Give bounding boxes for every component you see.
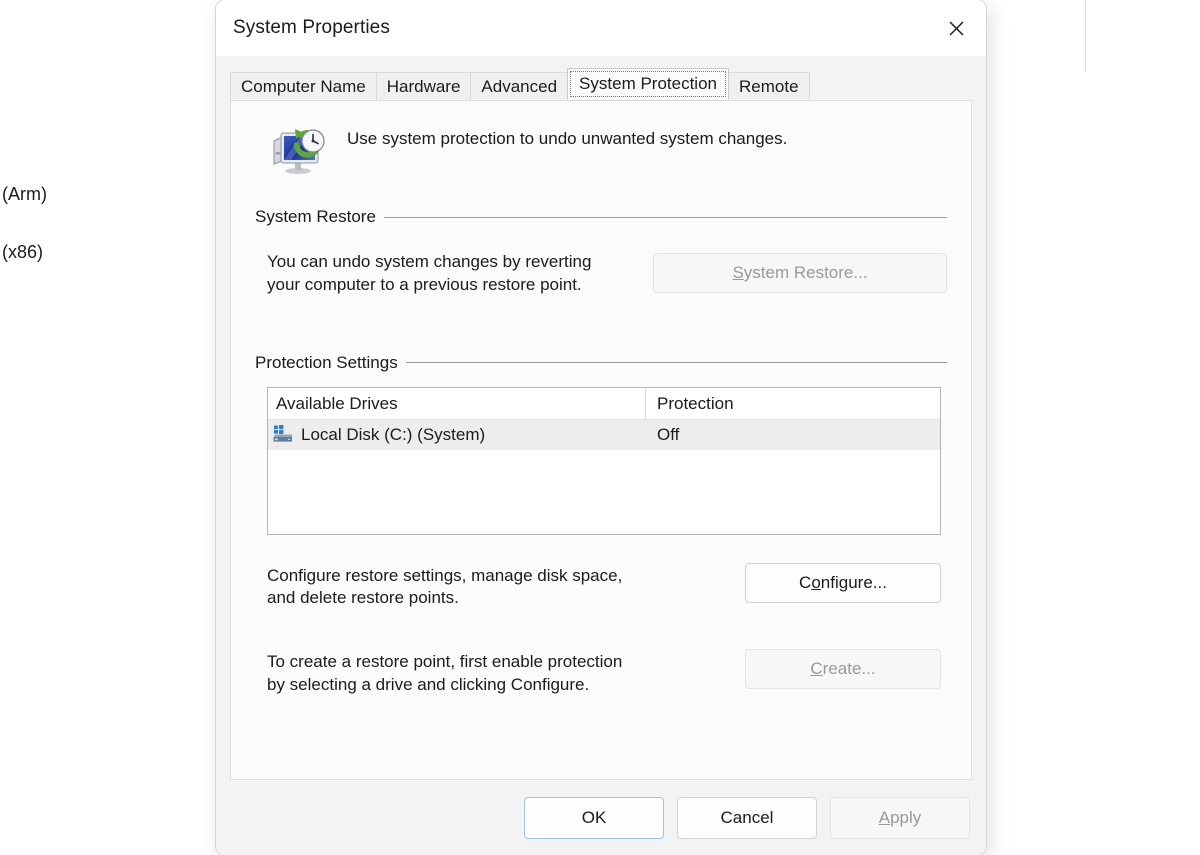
accelerator-letter: S (732, 263, 743, 282)
apply-button[interactable]: Apply (830, 797, 970, 839)
drive-name: Local Disk (C:) (System) (301, 425, 485, 445)
system-restore-icon (271, 119, 329, 177)
tab-label: System Protection (579, 74, 717, 93)
create-button[interactable]: Create... (745, 649, 941, 689)
system-restore-description-line1: You can undo system changes by reverting (267, 251, 591, 274)
label-rest: ystem Restore... (744, 263, 868, 282)
tab-advanced[interactable]: Advanced (470, 72, 568, 100)
tab-label: Advanced (481, 77, 557, 96)
background-text-arm: (Arm) (2, 184, 47, 205)
tab-hardware[interactable]: Hardware (376, 72, 472, 100)
configure-description-line1: Configure restore settings, manage disk … (267, 565, 622, 588)
available-drives-list[interactable]: Available Drives Protection (267, 387, 941, 535)
tab-computer-name[interactable]: Computer Name (230, 72, 377, 100)
ok-button-label: OK (582, 808, 607, 828)
accelerator-letter: C (810, 659, 822, 678)
configure-description-line2: and delete restore points. (267, 587, 622, 610)
background-divider (1085, 0, 1086, 72)
system-restore-button-label: System Restore... (732, 263, 867, 283)
create-description-line2: by selecting a drive and clicking Config… (267, 674, 622, 697)
ok-button[interactable]: OK (524, 797, 664, 839)
create-row: To create a restore point, first enable … (255, 649, 947, 697)
system-properties-dialog: System Properties Computer Name Hardware… (216, 0, 986, 855)
configure-row: Configure restore settings, manage disk … (255, 563, 947, 611)
system-restore-group-header: System Restore (255, 207, 947, 227)
label-rest: pply (890, 808, 921, 827)
protection-settings-group-header: Protection Settings (255, 353, 947, 373)
protection-header: Use system protection to undo unwanted s… (249, 101, 953, 177)
label-rest: nfigure... (821, 573, 887, 592)
column-header-available-drives[interactable]: Available Drives (268, 388, 646, 419)
dialog-title-bar: System Properties (216, 0, 986, 56)
dialog-footer: OK Cancel Apply (216, 780, 986, 855)
tab-strip: Computer Name Hardware Advanced System P… (230, 70, 986, 100)
protection-status: Off (646, 425, 679, 445)
create-button-label: Create... (810, 659, 875, 679)
protection-settings-group: Protection Settings Available Drives Pro… (249, 353, 953, 697)
system-restore-description: You can undo system changes by reverting… (267, 249, 591, 297)
tab-label: Hardware (387, 77, 461, 96)
protection-settings-group-title: Protection Settings (255, 353, 398, 373)
drives-list-header: Available Drives Protection (268, 388, 940, 420)
apply-button-label: Apply (879, 808, 922, 828)
system-restore-description-line2: your computer to a previous restore poin… (267, 274, 591, 297)
create-description: To create a restore point, first enable … (267, 649, 622, 697)
create-description-line1: To create a restore point, first enable … (267, 651, 622, 674)
tab-label: Remote (739, 77, 799, 96)
close-button[interactable] (933, 8, 980, 48)
system-restore-button[interactable]: System Restore... (653, 253, 947, 293)
cancel-button-label: Cancel (721, 808, 774, 828)
tab-system-protection[interactable]: System Protection (567, 68, 729, 100)
configure-button-label: Configure... (799, 573, 887, 593)
protection-header-text: Use system protection to undo unwanted s… (347, 119, 787, 149)
close-icon (948, 20, 965, 37)
configure-button[interactable]: Configure... (745, 563, 941, 603)
drive-cell: Local Disk (C:) (System) (268, 424, 646, 446)
accelerator-letter: o (811, 573, 820, 592)
dialog-body: Computer Name Hardware Advanced System P… (216, 56, 986, 780)
dialog-title: System Properties (233, 17, 390, 39)
system-protection-tab-page: Use system protection to undo unwanted s… (230, 100, 972, 780)
configure-description: Configure restore settings, manage disk … (267, 563, 622, 611)
tab-remote[interactable]: Remote (728, 72, 810, 100)
system-restore-group: System Restore You can undo system chang… (249, 207, 953, 297)
group-rule (384, 217, 947, 218)
system-restore-group-title: System Restore (255, 207, 376, 227)
accelerator-letter: A (879, 808, 890, 827)
group-rule (406, 362, 947, 363)
label-pre: C (799, 573, 811, 592)
table-row[interactable]: Local Disk (C:) (System) Off (268, 420, 940, 450)
cancel-button[interactable]: Cancel (677, 797, 817, 839)
column-header-protection[interactable]: Protection (646, 388, 734, 419)
system-restore-row: You can undo system changes by reverting… (255, 249, 947, 297)
hard-drive-windows-icon (272, 424, 294, 446)
label-rest: reate... (823, 659, 876, 678)
background-text-x86: (x86) (2, 242, 43, 263)
tab-label: Computer Name (241, 77, 366, 96)
